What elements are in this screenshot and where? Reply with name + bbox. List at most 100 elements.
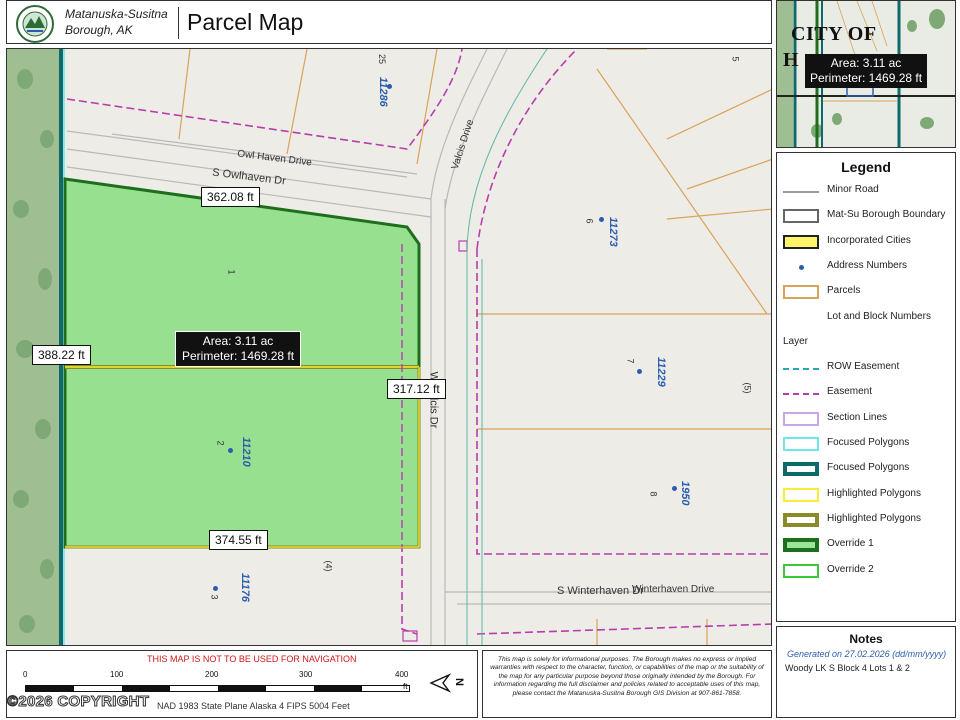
lot-number: 25 bbox=[377, 53, 388, 65]
legend-swatch bbox=[783, 209, 819, 224]
lot-number: (5) bbox=[742, 382, 753, 394]
notes-text: Woody LK S Block 4 Lots 1 & 2 bbox=[785, 663, 910, 673]
lot-number: 6 bbox=[584, 218, 595, 224]
area-tooltip: Area: 3.11 ac Perimeter: 1469.28 ft bbox=[175, 331, 302, 367]
generated-date-format: (dd/mm/yyyy) bbox=[892, 649, 947, 659]
notes-title: Notes bbox=[849, 632, 883, 646]
legend-label: Incorporated Cities bbox=[827, 234, 911, 246]
address-number[interactable]: 11286 bbox=[377, 77, 389, 107]
inset-perimeter-value: Perimeter: 1469.28 ft bbox=[810, 71, 923, 85]
parcel-map[interactable]: Owl Haven Drive S Owlhaven Dr Valcis Dri… bbox=[6, 48, 772, 646]
legend-item: Mat-Su Borough Boundary bbox=[777, 204, 955, 228]
legend-item: Easement bbox=[777, 381, 955, 405]
north-label: N bbox=[452, 678, 465, 686]
legend-label: Highlighted Polygons bbox=[827, 512, 921, 524]
address-number[interactable]: 1950 bbox=[679, 481, 691, 505]
lot-number: (4) bbox=[323, 560, 334, 572]
legend-item: Incorporated Cities bbox=[777, 230, 955, 254]
legend-label: Easement bbox=[827, 386, 873, 398]
scale-tick: 0 bbox=[23, 670, 28, 679]
legend-swatch bbox=[783, 234, 819, 249]
legend-item: Highlighted Polygons bbox=[777, 508, 955, 532]
address-number[interactable]: 11229 bbox=[655, 357, 667, 387]
address-number[interactable]: 11273 bbox=[607, 217, 619, 247]
legend-label: Focused Polygons bbox=[827, 437, 910, 448]
disclaimer-text: This map is solely for informational pur… bbox=[490, 656, 764, 697]
legend-label: Minor Road bbox=[827, 184, 879, 195]
generated-prefix: Generated on bbox=[787, 649, 843, 659]
legend-label: Mat-Su Borough Boundary bbox=[827, 209, 946, 221]
legend-item: Override 1 bbox=[777, 533, 955, 557]
legend-label: Layer bbox=[783, 335, 809, 347]
map-canvas[interactable] bbox=[7, 49, 772, 646]
org-line-1: Matanuska-Susitna bbox=[65, 7, 168, 21]
legend-swatch bbox=[783, 462, 819, 477]
address-dot bbox=[599, 217, 604, 222]
legend-item: Minor Road bbox=[777, 179, 955, 203]
inset-city-label-2: H bbox=[783, 49, 799, 71]
generated-date-value: 27.02.2026 bbox=[844, 649, 890, 659]
copyright-watermark: ©2026 COPYRIGHT bbox=[6, 693, 150, 711]
projection-text: NAD 1983 State Plane Alaska 4 FIPS 5004 … bbox=[157, 701, 350, 711]
legend-swatch bbox=[783, 393, 819, 396]
legend-label: Section Lines bbox=[827, 411, 888, 423]
legend-swatch bbox=[799, 264, 804, 270]
disclaimer-panel: This map is solely for informational pur… bbox=[482, 650, 772, 718]
address-dot bbox=[672, 486, 677, 491]
legend-swatch bbox=[783, 563, 819, 578]
legend-item: Highlighted Polygons bbox=[777, 483, 955, 507]
inset-map[interactable]: CITY OF H Area: 3.11 ac Perimeter: 1469.… bbox=[776, 0, 956, 148]
area-value: Area: 3.11 ac bbox=[202, 334, 274, 348]
organization-name: Matanuska-Susitna Borough, AK bbox=[65, 6, 168, 38]
navigation-warning: THIS MAP IS NOT TO BE USED FOR NAVIGATIO… bbox=[147, 654, 357, 664]
legend-swatch bbox=[783, 368, 819, 371]
address-number[interactable]: 11210 bbox=[240, 437, 252, 467]
legend-title: Legend bbox=[841, 159, 891, 175]
legend-item: ROW Easement bbox=[777, 356, 955, 380]
legend-swatch bbox=[783, 411, 819, 426]
notes-panel: Notes Generated on 27.02.2026 (dd/mm/yyy… bbox=[776, 626, 956, 718]
row-easement-lines bbox=[466, 49, 548, 645]
road-label-winterhaven-drive: Winterhaven Drive bbox=[632, 584, 715, 595]
legend-swatch bbox=[783, 512, 819, 527]
legend-item: Lot and Block Numbers bbox=[777, 306, 955, 330]
scale-tick: 400 bbox=[395, 670, 409, 679]
inset-city-label: CITY OF bbox=[791, 23, 877, 45]
legend-item: Layer bbox=[777, 331, 955, 355]
lot-number: 1 bbox=[226, 269, 237, 275]
legend-swatch bbox=[783, 437, 819, 451]
page-title: Parcel Map bbox=[187, 9, 304, 35]
scale-unit: ft bbox=[403, 682, 408, 691]
org-line-2: Borough, AK bbox=[65, 23, 133, 37]
north-arrow-icon: N bbox=[427, 671, 475, 695]
scale-panel: THIS MAP IS NOT TO BE USED FOR NAVIGATIO… bbox=[6, 650, 478, 718]
legend-swatch bbox=[783, 285, 819, 300]
measurement-right: 317.12 ft bbox=[387, 379, 446, 399]
perimeter-value: Perimeter: 1469.28 ft bbox=[182, 349, 295, 363]
lot-number: 5 bbox=[730, 56, 741, 62]
legend-item: Address Numbers bbox=[777, 255, 955, 279]
legend-label: Override 2 bbox=[827, 563, 874, 575]
address-dot bbox=[213, 586, 218, 591]
road-label-s-winterhaven-dr: S Winterhaven Dr bbox=[557, 585, 644, 597]
legend-label: Parcels bbox=[827, 285, 861, 297]
address-number[interactable]: 11176 bbox=[239, 573, 251, 602]
legend-label: Focused Polygons bbox=[827, 462, 910, 474]
address-dot bbox=[637, 369, 642, 374]
legend-item: Parcels bbox=[777, 280, 955, 304]
measurement-left: 388.22 ft bbox=[32, 345, 91, 365]
measurement-top: 362.08 ft bbox=[201, 187, 260, 207]
scale-tick: 200 bbox=[205, 670, 219, 679]
lot-number: 8 bbox=[648, 491, 659, 497]
legend-label: Lot and Block Numbers bbox=[827, 310, 931, 322]
lot-number: 7 bbox=[625, 358, 636, 364]
legend-label: ROW Easement bbox=[827, 361, 900, 373]
legend-swatch bbox=[783, 191, 819, 193]
scale-tick: 300 bbox=[299, 670, 313, 679]
scale-bar bbox=[25, 685, 410, 692]
legend-label: Address Numbers bbox=[827, 259, 908, 271]
lot-number: 3 bbox=[209, 594, 220, 600]
borough-seal-logo bbox=[16, 5, 54, 43]
legend-item: Override 2 bbox=[777, 559, 955, 583]
legend-swatch bbox=[783, 487, 819, 502]
